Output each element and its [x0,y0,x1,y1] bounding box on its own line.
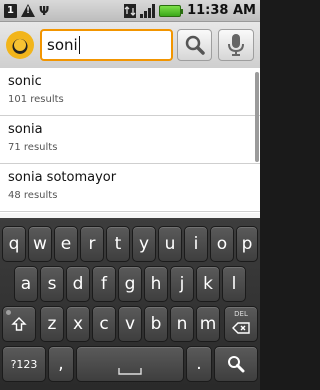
status-bar: 1 ! Ψ 11:38 AM [0,0,260,22]
search-input[interactable]: soni [40,29,173,61]
delete-key[interactable]: DEL [224,306,258,342]
system-area: 11:38 AM [124,3,256,18]
keyboard-row-2: a s d f g h j k l [0,266,260,306]
suggestion-item[interactable]: sonia sotomayor 48 results [0,164,260,212]
text-cursor [78,36,80,54]
symbols-key[interactable]: ?123 [2,346,46,382]
voice-search-button[interactable] [218,29,254,61]
key-p[interactable]: p [236,226,258,262]
key-e[interactable]: e [54,226,78,262]
search-query: soni [47,36,78,54]
period-key[interactable]: . [186,346,212,382]
suggestion-term: sonic [8,74,42,89]
battery-icon [159,4,184,17]
key-h[interactable]: h [144,266,168,302]
key-m[interactable]: m [196,306,220,342]
soft-keyboard: q w e r t y u i o p a s d f g h j k l z … [0,218,260,390]
data-network-icon [124,3,137,18]
key-f[interactable]: f [92,266,116,302]
key-r[interactable]: r [80,226,104,262]
magnifier-icon [185,35,205,55]
key-z[interactable]: z [40,306,64,342]
key-a[interactable]: a [14,266,38,302]
warning-glyph: ! [26,6,31,16]
key-t[interactable]: t [106,226,130,262]
search-bar: soni [0,22,260,68]
magnifier-icon [228,356,245,373]
backspace-icon [232,322,250,334]
suggestion-list: sonic 101 results sonia 71 results sonia… [0,68,260,218]
suggestion-term: sonia sotomayor [8,170,117,185]
key-c[interactable]: c [92,306,116,342]
key-u[interactable]: u [158,226,182,262]
key-i[interactable]: i [184,226,208,262]
key-v[interactable]: v [118,306,142,342]
keyboard-row-4: ?123 , . [0,346,260,386]
delete-label: DEL [234,310,248,318]
shift-arrow-icon [11,317,27,331]
suggestion-term: sonia [8,122,43,137]
key-s[interactable]: s [40,266,64,302]
key-w[interactable]: w [28,226,52,262]
notification-area: 1 ! Ψ [4,3,50,18]
microphone-icon [228,34,245,56]
notification-count-icon: 1 [4,3,17,18]
key-n[interactable]: n [170,306,194,342]
suggestion-count: 101 results [8,94,64,105]
keyboard-row-3: z x c v b n m DEL [0,306,260,346]
suggestion-item[interactable]: sonic 101 results [0,68,260,116]
shift-key[interactable] [2,306,36,342]
space-key[interactable] [76,346,184,382]
key-g[interactable]: g [118,266,142,302]
key-b[interactable]: b [144,306,168,342]
list-scrollbar[interactable] [255,72,259,162]
space-bar-icon [118,368,142,375]
key-x[interactable]: x [66,306,90,342]
key-k[interactable]: k [196,266,220,302]
shift-indicator-icon [6,310,11,315]
suggestion-count: 48 results [8,190,58,201]
keyboard-row-1: q w e r t y u i o p [0,226,260,266]
search-button[interactable] [176,29,213,61]
key-d[interactable]: d [66,266,90,302]
clock: 11:38 AM [187,3,256,18]
suggestion-count: 71 results [8,142,58,153]
key-j[interactable]: j [170,266,194,302]
headphones-app-icon[interactable] [6,31,34,59]
key-l[interactable]: l [222,266,246,302]
signal-icon [140,3,156,18]
search-key[interactable] [214,346,258,382]
warning-icon: ! [21,4,35,17]
key-q[interactable]: q [2,226,26,262]
usb-icon: Ψ [39,3,50,18]
key-y[interactable]: y [132,226,156,262]
key-o[interactable]: o [210,226,234,262]
comma-key[interactable]: , [48,346,74,382]
suggestion-item[interactable]: sonia 71 results [0,116,260,164]
